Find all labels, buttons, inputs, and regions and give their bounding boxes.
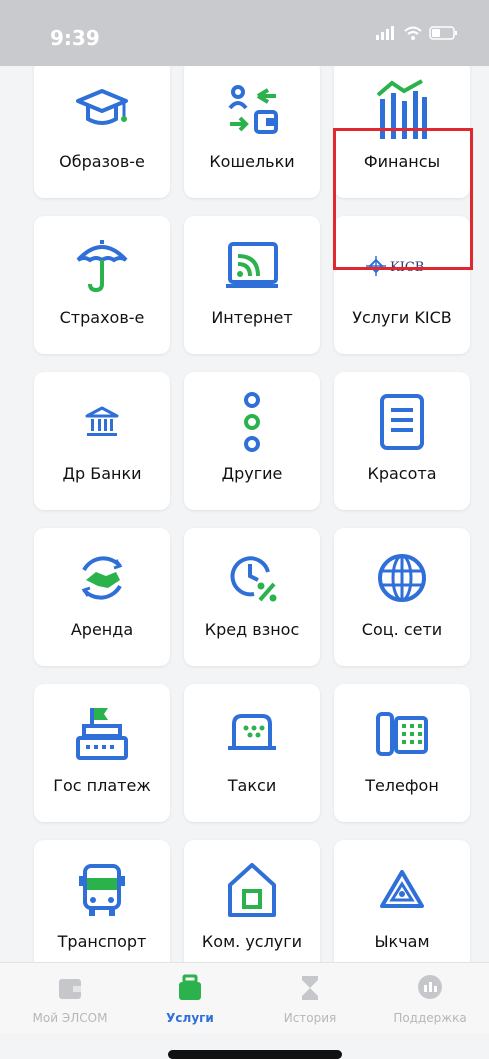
- more-dots-icon: [244, 392, 260, 452]
- tile-label: Телефон: [365, 776, 439, 795]
- support-chat-icon: [418, 975, 442, 999]
- service-tile-education[interactable]: Образов-е: [34, 66, 170, 198]
- tab-label: Поддержка: [393, 1011, 467, 1025]
- clock-percent-icon: [230, 556, 277, 602]
- tab-my-elsom[interactable]: Мой ЭЛСОМ: [10, 963, 130, 1033]
- hourglass-icon: [302, 976, 318, 1000]
- tile-label: Такси: [227, 776, 277, 795]
- cash-register-icon: [76, 708, 128, 760]
- document-icon: [380, 394, 424, 450]
- system-icons: [375, 26, 459, 40]
- handshake-icon: [81, 556, 123, 600]
- tile-label: Интернет: [211, 308, 293, 327]
- tab-label: Мой ЭЛСОМ: [32, 1011, 108, 1025]
- service-tile-beauty[interactable]: Красота: [334, 372, 470, 510]
- service-tile-phone[interactable]: Телефон: [334, 684, 470, 822]
- wallet-exchange-icon: [228, 85, 278, 134]
- service-tile-other[interactable]: Другие: [184, 372, 320, 510]
- tile-label: Красота: [367, 464, 437, 483]
- tab-history[interactable]: История: [250, 963, 370, 1033]
- tile-label: Кред взнос: [204, 620, 300, 639]
- tile-label: Транспорт: [57, 932, 147, 951]
- tab-label: История: [283, 1011, 337, 1025]
- battery-icon: [429, 26, 457, 40]
- svg-text:KICB: KICB: [390, 260, 424, 275]
- service-tile-gov-payment[interactable]: Гос платеж: [34, 684, 170, 822]
- phone-icon: [376, 712, 428, 756]
- graduation-cap-icon: [76, 89, 128, 125]
- service-tile-credit-payment[interactable]: Кред взнос: [184, 528, 320, 666]
- service-tile-social[interactable]: Соц. сети: [334, 528, 470, 666]
- status-time: 9:39: [50, 26, 100, 50]
- service-tile-kicb[interactable]: KICB Услуги KICB: [334, 216, 470, 354]
- service-tile-taxi[interactable]: Такси: [184, 684, 320, 822]
- tile-label: Др Банки: [62, 464, 142, 483]
- service-tile-other-banks[interactable]: Др Банки: [34, 372, 170, 510]
- tile-label: Соц. сети: [361, 620, 443, 639]
- bottom-tab-bar: Мой ЭЛСОМ Услуги История Поддержка: [0, 962, 489, 1033]
- signal-icon: [376, 26, 394, 40]
- tile-label: Гос платеж: [53, 776, 151, 795]
- service-tile-transport[interactable]: Транспорт: [34, 840, 170, 962]
- bank-icon: [85, 406, 119, 436]
- tile-label: Аренда: [70, 620, 134, 639]
- tile-label: Ыкчам: [374, 932, 430, 951]
- tile-label: Другие: [221, 464, 283, 483]
- tab-support[interactable]: Поддержка: [370, 963, 489, 1033]
- services-content[interactable]: Образов-е Кошельки Финансы Страхов-е Инт…: [0, 66, 489, 962]
- umbrella-icon: [76, 240, 128, 293]
- service-tile-wallets[interactable]: Кошельки: [184, 66, 320, 198]
- ykcham-logo-icon: [380, 870, 424, 908]
- home-indicator[interactable]: [168, 1050, 342, 1059]
- wifi-icon: [404, 26, 422, 40]
- tile-label: Кошельки: [209, 152, 295, 171]
- tile-label: Услуги KICB: [352, 308, 452, 327]
- service-tile-rent[interactable]: Аренда: [34, 528, 170, 666]
- service-tile-insurance[interactable]: Страхов-е: [34, 216, 170, 354]
- finance-chart-icon: [376, 79, 427, 139]
- globe-icon: [378, 554, 426, 602]
- status-bar: 9:39: [0, 0, 489, 66]
- wallet-icon: [59, 979, 81, 999]
- taxi-icon: [228, 714, 276, 750]
- tile-label: Финансы: [363, 152, 441, 171]
- tab-services[interactable]: Услуги: [130, 963, 250, 1033]
- service-tile-ykcham[interactable]: Ыкчам: [334, 840, 470, 962]
- tab-label: Услуги: [166, 1011, 214, 1025]
- service-tile-finance[interactable]: Финансы: [334, 66, 470, 198]
- service-tile-internet[interactable]: Интернет: [184, 216, 320, 354]
- tile-label: Образов-е: [59, 152, 145, 171]
- tile-label: Ком. услуги: [201, 932, 303, 951]
- wifi-screen-icon: [226, 242, 278, 288]
- home-icon: [228, 863, 276, 917]
- services-icon: [179, 974, 201, 1000]
- bus-icon: [79, 864, 125, 916]
- service-tile-utilities[interactable]: Ком. услуги: [184, 840, 320, 962]
- services-grid: Образов-е Кошельки Финансы Страхов-е Инт…: [34, 66, 470, 962]
- tile-label: Страхов-е: [59, 308, 145, 327]
- kicb-logo: KICB: [366, 256, 424, 276]
